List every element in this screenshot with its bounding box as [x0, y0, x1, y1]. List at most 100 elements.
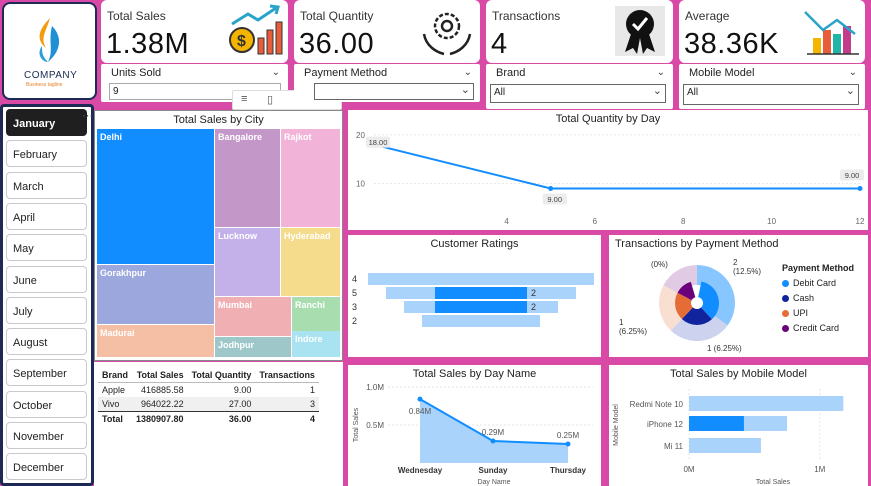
month-button[interactable]: June [6, 265, 87, 293]
column-header[interactable]: Total Sales [132, 368, 188, 383]
month-button[interactable]: August [6, 328, 87, 356]
bar[interactable] [689, 438, 761, 453]
legend-item[interactable]: Cash [782, 293, 839, 303]
data-point[interactable] [857, 186, 863, 191]
kpi-transactions: Transactions 4 [486, 0, 673, 63]
money-growth-icon: $ [229, 4, 283, 55]
data-label: 0.84M [409, 407, 432, 416]
chevron-down-icon[interactable]: ⌄ [849, 67, 857, 78]
bar-chart-sales-by-model[interactable]: Total Sales by Mobile Model 0M 1M Redmi No… [609, 365, 868, 486]
slicer-dropdown[interactable]: All ⌄ [683, 84, 859, 105]
treemap-cell[interactable]: Hyderabad [281, 228, 341, 297]
treemap-cell[interactable]: Mumbai [215, 297, 292, 337]
kpi-label: Total Sales [107, 9, 166, 23]
area-chart-sales-by-dayname[interactable]: Total Sales by Day Name 0.5M 1.0M 0.84M Wed… [348, 365, 601, 486]
x-axis-title: Day Name [477, 479, 510, 486]
total-cell: 4 [309, 414, 315, 424]
column-header[interactable]: Brand [98, 368, 132, 383]
legend-swatch [782, 279, 789, 287]
kpi-total-sales: Total Sales 1.38M $ [101, 0, 288, 63]
slicer-payment-method[interactable]: Payment Method ⌄ ⌄ [294, 64, 480, 102]
logo-tagline: Business tagline [26, 82, 63, 88]
treemap-cell[interactable]: Indore [292, 331, 341, 358]
data-point[interactable] [490, 438, 496, 444]
kpi-label: Average [685, 9, 730, 23]
treemap-cell[interactable]: Madurai [97, 325, 215, 358]
dayname-area-plot: 0.5M 1.0M 0.84M Wednesday 0.29M Sunday 0.25M Th… [353, 383, 593, 486]
value-label: 2 [531, 302, 536, 312]
legend-item[interactable]: Credit Card [782, 323, 839, 333]
legend-label: UPI [793, 308, 809, 318]
x-tick-label: 6 [593, 217, 598, 226]
series-line [373, 143, 860, 190]
treemap-sales-by-city[interactable]: Total Sales by City Delhi Bangalore Rajkot… [94, 110, 343, 361]
funnel-bar[interactable] [435, 301, 527, 313]
funnel-bar-bg[interactable] [368, 273, 594, 285]
category-label: Mi 11 [664, 442, 684, 451]
treemap-cell[interactable]: Jodhpur [215, 337, 292, 358]
logo-company-name: COMPANY [24, 70, 78, 81]
column-header[interactable]: Transactions [255, 368, 319, 383]
month-button[interactable]: April [6, 202, 87, 230]
table-row[interactable]: Vivo 964022.22 27.00 3 [98, 397, 319, 412]
month-button[interactable]: July [6, 296, 87, 324]
more-options-icon[interactable]: ⋯ [82, 109, 93, 122]
treemap-cell[interactable]: Lucknow [215, 228, 281, 297]
slicer-brand[interactable]: Brand ⌄ All ⌄ [486, 64, 673, 109]
month-button[interactable]: May [6, 234, 87, 262]
treemap-cell[interactable]: Bangalore [215, 129, 281, 228]
chevron-down-icon[interactable]: ⌄ [272, 67, 280, 78]
logo-flame-icon [39, 18, 60, 62]
slicer-value: All [687, 87, 699, 98]
legend-swatch [782, 324, 789, 332]
legend-label: Cash [793, 293, 815, 303]
slicer-mobile-model[interactable]: Mobile Model ⌄ All ⌄ [679, 64, 865, 109]
drill-icon[interactable]: ▯ [267, 93, 273, 106]
month-button[interactable]: February [6, 140, 87, 168]
month-button[interactable]: January [6, 109, 87, 136]
treemap-cell[interactable]: Rajkot [281, 129, 341, 228]
slice-label: 2 (12.5%) [733, 258, 761, 276]
funnel-customer-ratings[interactable]: Customer Ratings 425232 [348, 235, 601, 357]
slicer-dropdown[interactable]: ⌄ [314, 83, 474, 100]
model-bar-plot: 0M 1M Redmi Note 10 iPhone 12 Mi 11 Total Sal… [613, 389, 844, 486]
month-button[interactable]: November [6, 422, 87, 449]
legend-item[interactable]: UPI [782, 308, 839, 318]
ratings-plot: 4 2 5 2 3 2 [352, 273, 594, 327]
legend-item[interactable]: Debit Card [782, 278, 839, 288]
chevron-down-icon[interactable]: ⌄ [464, 67, 472, 78]
gear-hands-icon [422, 12, 472, 56]
data-label: 9.00 [845, 171, 860, 180]
month-button[interactable]: October [6, 390, 87, 418]
data-label: 0.29M [482, 428, 505, 437]
funnel-bar-bg[interactable] [422, 315, 540, 327]
dropdown-arrow-icon: ⌄ [460, 84, 470, 96]
category-label: 5 [352, 288, 357, 298]
category-label: 4 [352, 274, 357, 284]
data-point[interactable] [417, 396, 423, 402]
legend-label: Credit Card [793, 323, 840, 333]
month-button[interactable]: December [6, 453, 87, 481]
slicer-dropdown[interactable]: All ⌄ [490, 84, 666, 103]
bar-chart-icon [804, 11, 859, 55]
category-label: Redmi Note 10 [630, 400, 684, 409]
bar-highlight[interactable] [689, 416, 744, 431]
data-point[interactable] [548, 186, 554, 191]
treemap-cell[interactable]: Delhi [97, 129, 215, 265]
treemap-cell[interactable]: Gorakhpur [97, 265, 215, 325]
month-button[interactable]: September [6, 359, 87, 387]
table-row[interactable]: Apple 416885.58 9.00 1 [98, 383, 319, 398]
brand-table: Brand Total Sales Total Quantity Transactio… [94, 362, 343, 486]
donut-payment-method[interactable]: Transactions by Payment Method (0%) 2 (12.… [609, 235, 868, 357]
filter-icon[interactable]: ≡ [241, 93, 247, 105]
chevron-down-icon[interactable]: ⌄ [657, 67, 665, 78]
bar[interactable] [689, 396, 844, 411]
line-chart-quantity-by-day[interactable]: Total Quantity by Day 10 20 4 6 8 10 12 18.00 9.… [348, 110, 868, 230]
month-button[interactable]: March [6, 171, 87, 199]
y-tick-label: 1.0M [366, 383, 384, 392]
table-cell: 27.00 [228, 399, 252, 409]
funnel-bar[interactable] [435, 287, 527, 299]
legend-title: Payment Method [782, 263, 855, 273]
data-point[interactable] [565, 441, 571, 447]
column-header[interactable]: Total Quantity [188, 368, 256, 383]
